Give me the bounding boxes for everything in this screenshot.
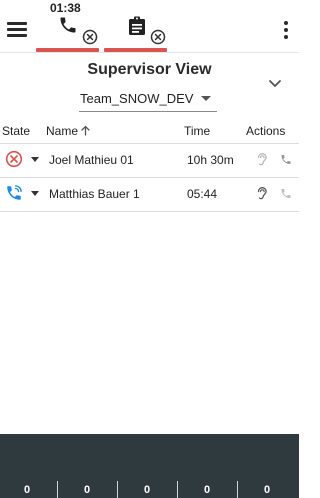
- stat-value: 0: [263, 484, 271, 496]
- team-select[interactable]: Team_SNOW_DEV: [79, 88, 217, 112]
- header-time: Time: [184, 124, 211, 138]
- phone-icon: [60, 17, 76, 33]
- call-timer: 01:38: [50, 1, 81, 15]
- close-circle-icon[interactable]: [82, 29, 98, 45]
- stat-value: 0: [143, 484, 151, 496]
- active-call-icon: [7, 185, 22, 200]
- agent-name: Joel Mathieu 01: [49, 153, 134, 167]
- agent-time: 05:44: [187, 187, 218, 201]
- phone-icon[interactable]: [280, 187, 292, 200]
- sort-ascending-icon[interactable]: [81, 125, 90, 136]
- row-expand-caret-icon[interactable]: [31, 157, 39, 162]
- declined-circle-icon: [5, 150, 23, 168]
- clipboard-icon: [129, 16, 145, 35]
- agent-name: Matthias Bauer 1: [49, 187, 140, 201]
- top-bar: 01:38: [0, 0, 299, 52]
- phone-icon[interactable]: [280, 153, 292, 166]
- page-title: Supervisor View: [87, 61, 212, 78]
- hamburger-icon[interactable]: [7, 21, 27, 37]
- dropdown-caret-icon: [201, 96, 211, 101]
- close-circle-icon[interactable]: [150, 29, 166, 45]
- tab-call[interactable]: 01:38: [36, 0, 99, 52]
- table-header: State Name Time Actions: [0, 118, 299, 144]
- agent-time: 10h 30m: [187, 153, 234, 167]
- header-actions: Actions: [246, 124, 286, 138]
- stat-value: 0: [83, 484, 91, 496]
- table-row: Joel Mathieu 01 10h 30m: [0, 144, 299, 178]
- stat-value: 0: [23, 484, 31, 496]
- stat-value: 0: [203, 484, 211, 496]
- footer-stats-bar: 0 0 0 0 0: [0, 434, 299, 498]
- top-divider: [0, 52, 299, 53]
- tab-task[interactable]: [104, 0, 167, 52]
- row-expand-caret-icon[interactable]: [31, 191, 39, 196]
- ear-listen-icon[interactable]: [256, 186, 268, 201]
- chevron-down-icon[interactable]: [268, 79, 282, 89]
- team-select-value: Team_SNOW_DEV: [80, 91, 194, 106]
- header-state: State: [2, 124, 31, 138]
- header-name[interactable]: Name: [46, 124, 78, 138]
- more-vertical-icon[interactable]: [283, 20, 289, 40]
- ear-listen-icon[interactable]: [256, 152, 268, 167]
- table-row: Matthias Bauer 1 05:44: [0, 178, 299, 212]
